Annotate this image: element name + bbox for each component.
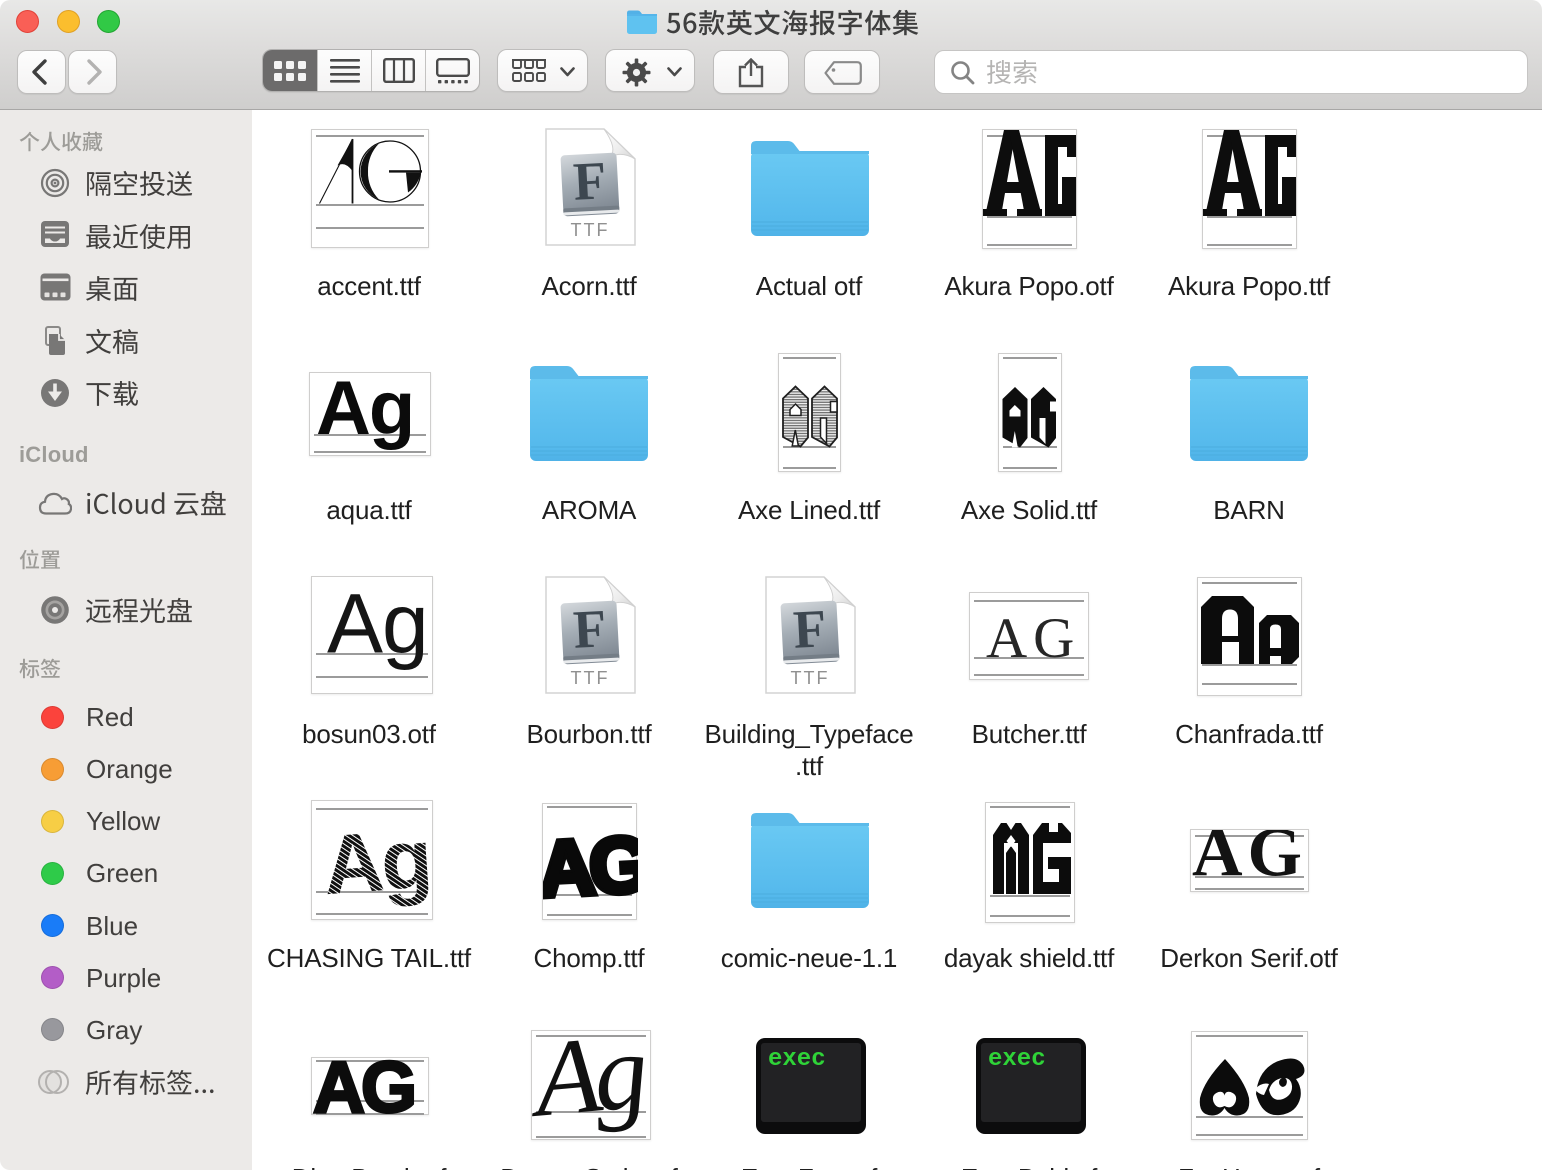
svg-text:F: F <box>572 598 608 660</box>
svg-text:F: F <box>792 598 828 660</box>
svg-text:TTF: TTF <box>791 668 830 688</box>
svg-text:AG: AG <box>543 819 638 914</box>
svg-text:Ag: Ag <box>327 577 428 671</box>
svg-text:AG: AG <box>313 1058 413 1116</box>
svg-text:AG: AG <box>1192 830 1307 892</box>
svg-text:TTF: TTF <box>571 668 610 688</box>
svg-text:Ag: Ag <box>320 811 432 912</box>
svg-text:F: F <box>572 150 608 212</box>
svg-text:Ag: Ag <box>532 1031 650 1140</box>
svg-text:Ag: Ag <box>316 373 413 451</box>
svg-text:TTF: TTF <box>571 220 610 240</box>
svg-text:AG: AG <box>986 607 1080 670</box>
